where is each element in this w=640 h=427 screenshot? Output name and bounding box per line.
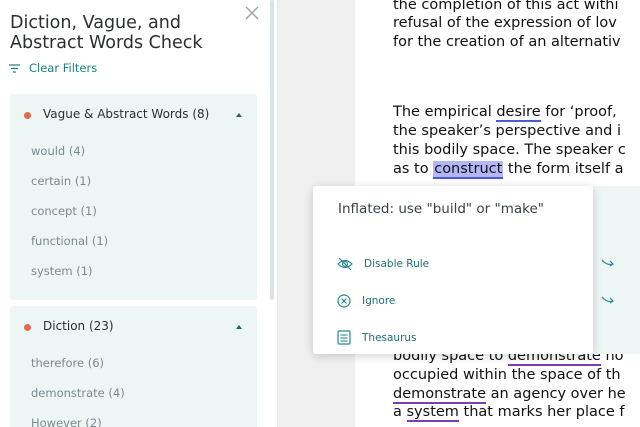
disable-rule-button[interactable]: Disable Rule (337, 257, 429, 271)
group-header[interactable]: Diction (23) (10, 306, 257, 346)
doc-line: The empirical desire for ‘proof, (393, 104, 617, 122)
list-item[interactable]: concept (1) (31, 204, 108, 234)
popup-side-panel (593, 186, 640, 354)
flagged-word[interactable]: system (406, 404, 459, 422)
doc-line: occupied within the space of th (393, 367, 621, 383)
group-vague-abstract: Vague & Abstract Words (8) would (4) cer… (10, 94, 257, 300)
doc-line: refusal of the expression of lov (393, 15, 617, 31)
eye-off-icon (337, 257, 353, 271)
list-item[interactable]: would (4) (31, 144, 108, 174)
sidebar-title: Diction, Vague, and Abstract Words Check (10, 13, 203, 53)
doc-line: this bodily space. The speaker c (393, 142, 626, 158)
doc-line: for the creation of an alternativ (393, 34, 621, 50)
status-dot (24, 112, 31, 119)
check-sidebar: Diction, Vague, and Abstract Words Check… (0, 0, 278, 427)
doc-line: as to construct the form itself a (393, 161, 624, 179)
doc-line: demonstrate an agency over he (393, 386, 626, 404)
ignore-label: Ignore (362, 295, 396, 307)
doc-line: the speaker’s perspective and i (393, 123, 621, 139)
sidebar-scrollbar[interactable] (270, 0, 274, 300)
thesaurus-button[interactable]: Thesaurus (337, 330, 417, 345)
suggestion-message: Inflated: use "build" or "make" (338, 201, 545, 217)
list-item[interactable]: demonstrate (4) (31, 386, 125, 416)
status-dot (24, 324, 31, 331)
group-title: Vague & Abstract Words (8) (43, 107, 210, 121)
arrow-icon (601, 296, 614, 304)
doc-line: the completion of this act withi (393, 0, 619, 13)
list-item[interactable]: functional (1) (31, 234, 108, 264)
list-item[interactable]: certain (1) (31, 174, 108, 204)
flagged-word[interactable]: desire (496, 104, 541, 122)
group-title: Diction (23) (43, 319, 114, 333)
group-diction: Diction (23) therefore (6) demonstrate (… (10, 306, 257, 427)
close-circle-icon (337, 294, 351, 308)
list-item[interactable]: therefore (6) (31, 356, 125, 386)
thesaurus-label: Thesaurus (362, 331, 417, 344)
clear-filters-button[interactable]: Clear Filters (9, 61, 97, 75)
disable-rule-label: Disable Rule (364, 258, 430, 270)
filter-icon (9, 63, 20, 73)
ignore-button[interactable]: Ignore (337, 294, 395, 308)
chevron-up-icon[interactable] (236, 113, 242, 117)
doc-line: a system that marks her place f (393, 404, 625, 422)
close-icon[interactable] (244, 5, 260, 21)
arrow-icon (601, 259, 614, 267)
list-item[interactable]: system (1) (31, 264, 108, 294)
clear-filters-label: Clear Filters (29, 61, 98, 75)
book-icon (337, 330, 351, 345)
flagged-word[interactable]: demonstrate (393, 386, 487, 404)
suggestion-popup: Inflated: use "build" or "make" Disable … (313, 186, 593, 354)
flagged-word-selected[interactable]: construct (433, 161, 504, 179)
group-header[interactable]: Vague & Abstract Words (8) (10, 94, 257, 134)
chevron-up-icon[interactable] (236, 325, 242, 329)
list-item[interactable]: However (2) (31, 416, 125, 427)
